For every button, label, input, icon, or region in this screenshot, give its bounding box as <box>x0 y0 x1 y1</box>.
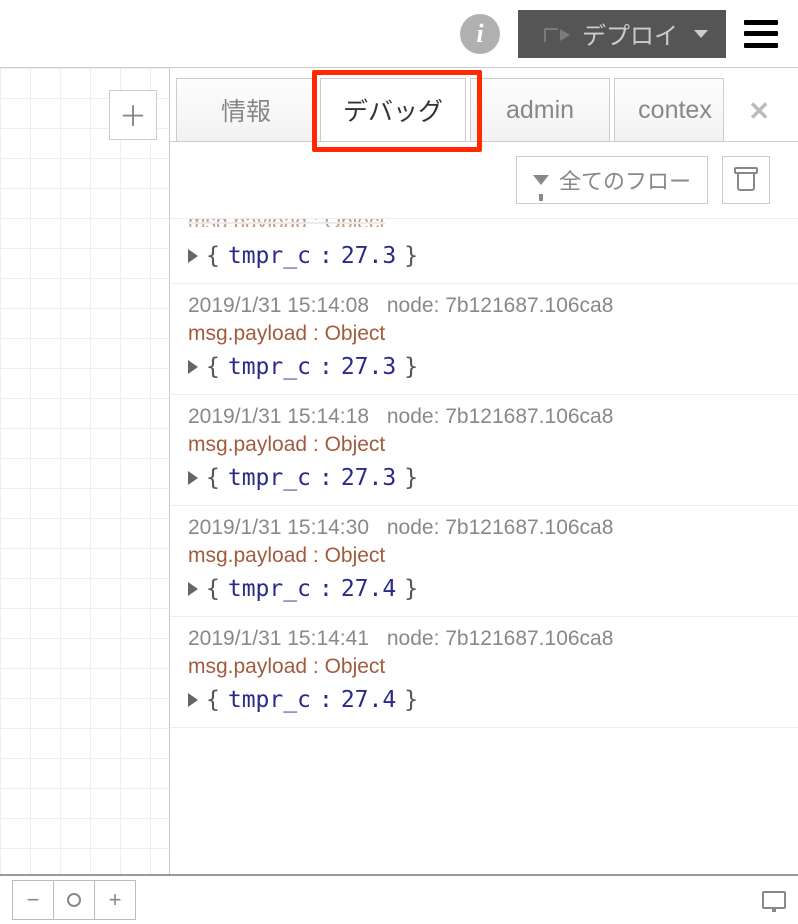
log-entry: 2019/1/31 15:14:08 node: 7b121687.106ca8… <box>170 284 798 395</box>
funnel-icon <box>533 175 549 185</box>
zoom-reset-button[interactable] <box>53 880 95 920</box>
log-payload-type: msg.payload : Object <box>188 544 798 568</box>
log-entry: 2019/1/31 15:14:41 node: 7b121687.106ca8… <box>170 617 798 728</box>
footer-bar: − + <box>0 874 798 924</box>
log-object: { tmpr_c: 27.4 } <box>188 687 798 713</box>
log-meta: 2019/1/31 15:14:08 node: 7b121687.106ca8 <box>188 294 798 318</box>
deploy-button[interactable]: デプロイ <box>518 10 726 58</box>
circle-icon <box>67 893 81 907</box>
tab-debug[interactable]: デバッグ <box>320 78 466 141</box>
monitor-icon[interactable] <box>762 891 786 909</box>
log-object: { tmpr_c: 27.3 } <box>188 243 798 269</box>
workspace-grid <box>0 68 169 874</box>
expand-toggle-icon[interactable] <box>188 249 198 263</box>
log-meta: 2019/1/31 15:14:18 node: 7b121687.106ca8 <box>188 405 798 429</box>
expand-toggle-icon[interactable] <box>188 582 198 596</box>
filter-button[interactable]: 全てのフロー <box>516 156 708 204</box>
zoom-in-button[interactable]: + <box>94 880 136 920</box>
expand-toggle-icon[interactable] <box>188 471 198 485</box>
log-meta: 2019/1/31 15:14:30 node: 7b121687.106ca8 <box>188 516 798 540</box>
workspace-column: ＋ <box>0 68 170 874</box>
log-object: { tmpr_c: 27.3 } <box>188 465 798 491</box>
debug-log-scroll[interactable]: msg.payload : Object { tmpr_c: 27.3 } 20… <box>170 219 798 874</box>
clear-log-button[interactable] <box>722 156 770 204</box>
tab-info[interactable]: 情報 <box>176 78 316 141</box>
close-tabs-icon[interactable]: ✕ <box>748 96 770 127</box>
log-object: { tmpr_c: 27.4 } <box>188 576 798 602</box>
log-entry: 2019/1/31 15:14:18 node: 7b121687.106ca8… <box>170 395 798 506</box>
zoom-out-button[interactable]: − <box>12 880 54 920</box>
log-payload-type: msg.payload : Object <box>188 433 798 457</box>
log-payload-type: msg.payload : Object <box>188 219 798 227</box>
add-tab-button[interactable]: ＋ <box>109 90 157 140</box>
filter-label: 全てのフロー <box>559 164 691 196</box>
trash-icon <box>736 169 756 191</box>
info-icon[interactable]: i <box>460 14 500 54</box>
sidebar-tabs: 情報 デバッグ admin contex ✕ <box>170 68 798 142</box>
deploy-label: デプロイ <box>582 16 678 51</box>
log-payload-type: msg.payload : Object <box>188 322 798 346</box>
main-area: ＋ 情報 デバッグ admin contex ✕ 全てのフロー <box>0 68 798 874</box>
menu-button[interactable] <box>744 20 778 48</box>
log-meta: 2019/1/31 15:14:41 node: 7b121687.106ca8 <box>188 627 798 651</box>
log-entry: 2019/1/31 15:14:30 node: 7b121687.106ca8… <box>170 506 798 617</box>
sidebar-panel: 情報 デバッグ admin contex ✕ 全てのフロー msg.payloa… <box>170 68 798 874</box>
log-entry: msg.payload : Object { tmpr_c: 27.3 } <box>170 219 798 284</box>
header-bar: i デプロイ <box>0 0 798 68</box>
expand-toggle-icon[interactable] <box>188 693 198 707</box>
debug-toolbar: 全てのフロー <box>170 142 798 219</box>
debug-log: msg.payload : Object { tmpr_c: 27.3 } 20… <box>170 219 798 874</box>
log-object: { tmpr_c: 27.3 } <box>188 354 798 380</box>
deploy-icon <box>536 24 570 44</box>
tab-context[interactable]: contex <box>614 78 724 141</box>
chevron-down-icon <box>694 30 708 38</box>
zoom-controls: − + <box>12 880 135 920</box>
tab-admin[interactable]: admin <box>470 78 610 141</box>
expand-toggle-icon[interactable] <box>188 360 198 374</box>
log-payload-type: msg.payload : Object <box>188 655 798 679</box>
